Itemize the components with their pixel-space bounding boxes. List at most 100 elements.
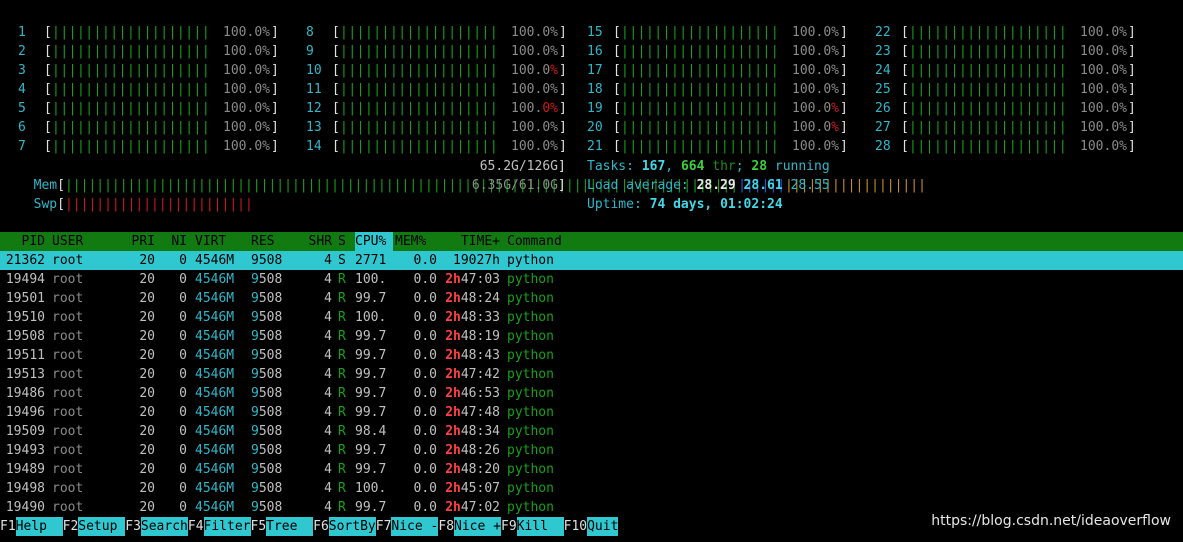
process-row[interactable]: 19489 root 20 0 4546M 9508 4 R 99.7 0.0 2h48:20 pyt… (0, 460, 1183, 479)
cpu-number: 7 (18, 139, 26, 154)
cpu-meter-24: 24[||||||||||||||||||||||||||||||100.0%] (875, 61, 1136, 80)
cell-res: 9508 (251, 384, 296, 403)
res-prefix: 9 (251, 310, 259, 325)
cell-s: R (338, 500, 346, 515)
cpu-percent-sign: % (1119, 25, 1127, 40)
cell-s: S (338, 253, 346, 268)
fkey-key: F2 (62, 519, 79, 534)
cell-s: R (338, 462, 346, 477)
cpu-percent: 100.0% (208, 42, 270, 61)
cpu-percent: 100.0% (208, 137, 270, 156)
cpu-meter-27: 27[||||||||||||||||||||||||||||||100.0%] (875, 118, 1136, 137)
process-row[interactable]: 19510 root 20 0 4546M 9508 4 R 100. 0.0 2h48:33 pyt… (0, 308, 1183, 327)
cpu-percent-sign: % (1119, 44, 1127, 59)
cpu-percent-value: 100.0 (223, 101, 263, 116)
fkey-key: F3 (125, 519, 141, 534)
cpu-percent-value: 100.0 (792, 25, 832, 40)
process-row[interactable]: 19494 root 20 0 4546M 9508 4 R 100. 0.0 2h47:03 pyt… (0, 270, 1183, 289)
cpu-bracket-left: [ (332, 120, 340, 135)
column-header-cpu[interactable]: CPU% (355, 232, 393, 251)
res-rest: 508 (258, 443, 283, 458)
fkey-f8[interactable]: F8Nice + (438, 517, 501, 536)
fkey-f3[interactable]: F3Search (125, 517, 188, 536)
cpu-meter-2: 2[||||||||||||||||||||||||||||||100.0%] (18, 42, 279, 61)
process-row[interactable]: 19509 root 20 0 4546M 9508 4 R 98.4 0.0 2h48:34 pyt… (0, 422, 1183, 441)
cpu-meter-12: 12[||||||||||||||||||||||||||||||100.0%] (306, 99, 567, 118)
process-row[interactable]: 19511 root 20 0 4546M 9508 4 R 99.7 0.0 2h48:43 pyt… (0, 346, 1183, 365)
cpu-number: 2 (18, 44, 26, 59)
process-row[interactable]: 19513 root 20 0 4546M 9508 4 R 99.7 0.0 2h47:42 pyt… (0, 365, 1183, 384)
cell-mem: 0.0 (413, 462, 437, 477)
cpu-percent: 100.0% (777, 137, 839, 156)
cell-time: 2h47:02 (440, 498, 500, 517)
column-header-virt[interactable]: VIRT (195, 232, 245, 251)
cpu-percent-sign: % (262, 25, 270, 40)
cell-user: root (52, 329, 84, 344)
column-header-res[interactable]: RES (251, 232, 296, 251)
fkey-f6[interactable]: F6SortBy (313, 517, 376, 536)
fkey-f9[interactable]: F9Kill (501, 517, 564, 536)
fkey-f7[interactable]: F7Nice - (376, 517, 439, 536)
cpu-bar: |||||||||||||||||||||||||||||| (909, 44, 1066, 59)
cpu-percent: 100.0% (496, 23, 558, 42)
fkey-f1[interactable]: F1Help (0, 517, 63, 536)
cpu-bracket-right: ] (559, 101, 567, 116)
cell-shr: 4 (324, 291, 332, 306)
cell-cpu: 99.7 (355, 367, 387, 382)
time-hours: 2h (445, 462, 461, 477)
cell-ni: 0 (179, 462, 187, 477)
cpu-number: 14 (306, 139, 322, 154)
cpu-bar: |||||||||||||||||||||||||||||| (621, 44, 778, 59)
process-row[interactable]: 19493 root 20 0 4546M 9508 4 R 99.7 0.0 2h48:26 pyt… (0, 441, 1183, 460)
cpu-percent-red-digit: 0 (542, 101, 551, 116)
mem-bracket: ] (558, 159, 566, 174)
cell-user: root (52, 348, 84, 363)
cpu-percent-value: 100.0 (792, 101, 832, 116)
cpu-bar: |||||||||||||||||||||||||||||| (621, 63, 778, 78)
cpu-percent-value: 100.0 (223, 139, 263, 154)
cpu-percent-sign: % (550, 139, 558, 154)
process-row[interactable]: 19498 root 20 0 4546M 9508 4 R 100. 0.0 2h45:07 pyt… (0, 479, 1183, 498)
column-header-s[interactable]: S (338, 232, 352, 251)
cpu-percent: 100.0% (777, 61, 839, 80)
process-row-selected[interactable]: 21362 root 20 0 4546M 9508 4 S 2771 0.0 19027h pyth… (0, 251, 1183, 270)
column-header-pri[interactable]: PRI (120, 232, 155, 251)
cpu-bracket-left: [ (332, 101, 340, 116)
fkey-f2[interactable]: F2Setup (62, 517, 126, 536)
process-row[interactable]: 19486 root 20 0 4546M 9508 4 R 99.7 0.0 2h46:53 pyt… (0, 384, 1183, 403)
time-hours: 2h (445, 272, 461, 287)
column-header-ni[interactable]: NI (160, 232, 187, 251)
column-header-shr[interactable]: SHR (300, 232, 332, 251)
column-header-cmd[interactable]: Command (507, 232, 587, 251)
cpu-bracket-left: [ (332, 82, 340, 97)
process-row[interactable]: 19501 root 20 0 4546M 9508 4 R 99.7 0.0 2h48:24 pyt… (0, 289, 1183, 308)
process-row[interactable]: 19508 root 20 0 4546M 9508 4 R 99.7 0.0 2h48:19 pyt… (0, 327, 1183, 346)
cell-user: root (52, 424, 84, 439)
fkey-f4[interactable]: F4Filter (188, 517, 251, 536)
cpu-bar: |||||||||||||||||||||||||||||| (340, 120, 497, 135)
cell-cmd: python (507, 348, 554, 363)
cpu-number: 25 (875, 82, 891, 97)
cell-res: 9508 (251, 346, 296, 365)
cell-virt: 4546M (195, 481, 235, 496)
process-row[interactable]: 19496 root 20 0 4546M 9508 4 R 99.7 0.0 2h47:48 pyt… (0, 403, 1183, 422)
fkey-f10[interactable]: F10Quit (564, 517, 619, 536)
cell-pid: 21362 (5, 253, 45, 268)
cell-res: 9508 (251, 460, 296, 479)
fkey-label: Help (15, 517, 63, 536)
cpu-percent: 100.0% (208, 23, 270, 42)
cell-cpu: 99.7 (355, 405, 387, 420)
column-header-time[interactable]: TIME+ (440, 232, 500, 251)
cpu-bar: |||||||||||||||||||||||||||||| (52, 139, 209, 154)
column-header-pid[interactable]: PID (3, 232, 45, 251)
cell-time: 2h48:24 (440, 289, 500, 308)
cpu-number: 21 (587, 139, 603, 154)
fkey-f5[interactable]: F5Tree (251, 517, 314, 536)
cell-s: R (338, 386, 346, 401)
cpu-percent-value: 100.0 (511, 139, 551, 154)
column-header-mem[interactable]: MEM% (395, 232, 437, 251)
cpu-percent: 100.0% (208, 61, 270, 80)
cpu-percent: 100.0% (1065, 80, 1127, 99)
column-header-user[interactable]: USER (52, 232, 122, 251)
res-prefix: 9 (251, 500, 259, 515)
